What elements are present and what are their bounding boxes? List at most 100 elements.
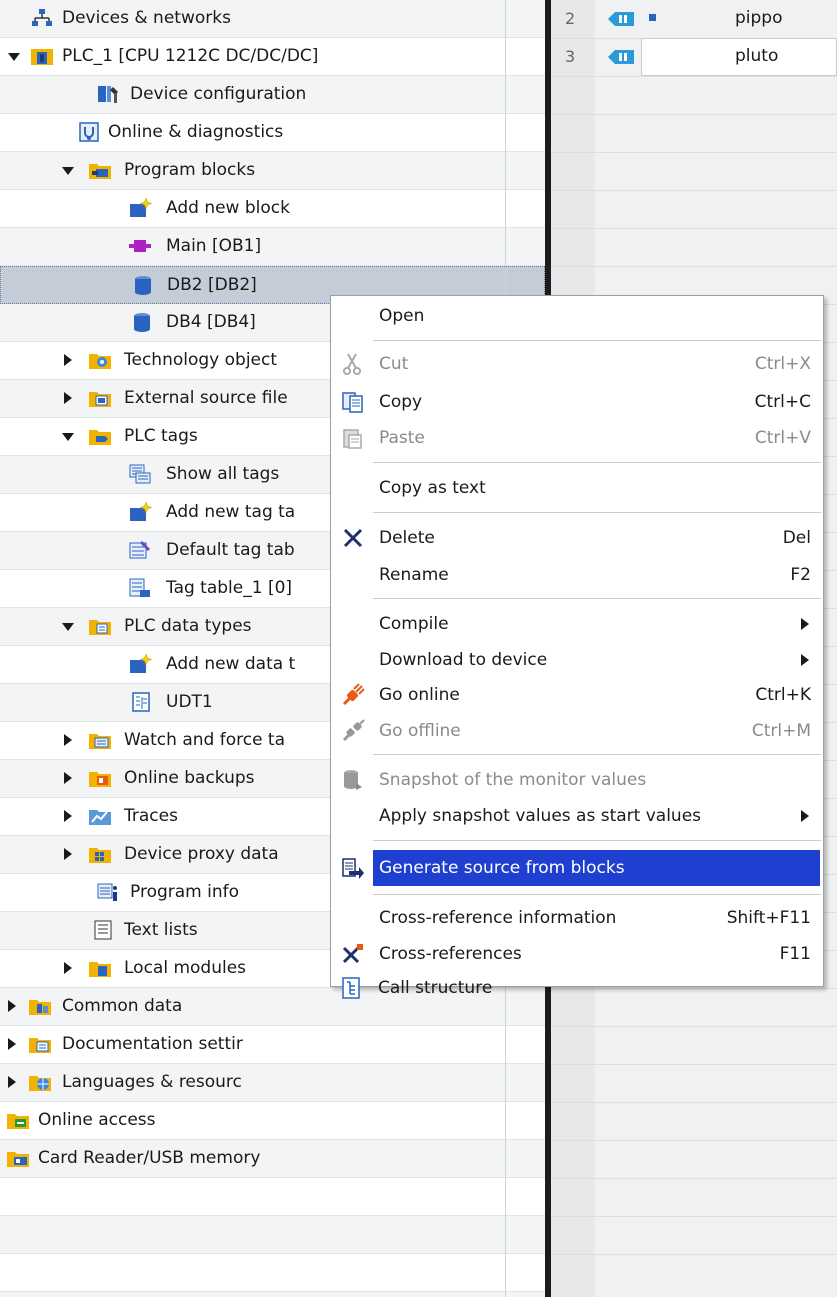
tree-empty-row bbox=[0, 1178, 545, 1216]
program-info-icon bbox=[97, 883, 117, 901]
menu-item-shortcut: Ctrl+C bbox=[754, 392, 811, 412]
expanded-arrow-icon[interactable] bbox=[62, 167, 74, 175]
tree-item-label: PLC_1 [CPU 1212C DC/DC/DC] bbox=[62, 46, 319, 66]
tree-item-main-ob1[interactable]: Main [OB1] bbox=[0, 228, 545, 266]
grid-line bbox=[551, 228, 837, 229]
menu-item-go-offline[interactable]: Go offline Ctrl+M bbox=[331, 713, 823, 749]
tree-item-devices-networks[interactable]: Devices & networks bbox=[0, 0, 545, 38]
tree-item-program-blocks[interactable]: Program blocks bbox=[0, 152, 545, 190]
menu-item-open[interactable]: Open bbox=[331, 298, 823, 334]
tag-visible-icon bbox=[649, 14, 656, 21]
collapsed-arrow-icon[interactable] bbox=[8, 1038, 16, 1050]
expanded-arrow-icon[interactable] bbox=[62, 433, 74, 441]
tree-item-label: Card Reader/USB memory bbox=[38, 1148, 261, 1168]
tree-empty-row bbox=[0, 1254, 545, 1292]
folder-doc-icon bbox=[29, 1038, 51, 1053]
tree-item-label: PLC tags bbox=[124, 426, 198, 446]
tree-item-label: Watch and force ta bbox=[124, 730, 286, 750]
menu-item-go-online[interactable]: Go online Ctrl+K bbox=[331, 677, 823, 713]
folder-tech-icon bbox=[89, 354, 111, 369]
tree-item-label: Add new tag ta bbox=[166, 502, 296, 522]
tree-item-card-reader[interactable]: Card Reader/USB memory bbox=[0, 1140, 545, 1178]
grid-line bbox=[551, 1026, 837, 1027]
menu-item-compile[interactable]: Compile bbox=[331, 606, 823, 642]
tag-name[interactable]: pippo bbox=[735, 8, 783, 28]
menu-item-delete[interactable]: Delete Del bbox=[331, 520, 823, 556]
menu-item-copy[interactable]: Copy Ctrl+C bbox=[331, 384, 823, 420]
grid-line bbox=[551, 114, 837, 115]
menu-item-shortcut: Del bbox=[782, 528, 811, 548]
menu-separator bbox=[373, 462, 821, 463]
db-block-icon bbox=[135, 276, 151, 295]
tag-table-icon bbox=[129, 578, 150, 597]
collapsed-arrow-icon[interactable] bbox=[64, 848, 72, 860]
menu-item-download-to-device[interactable]: Download to device bbox=[331, 642, 823, 678]
card-reader-icon bbox=[7, 1152, 29, 1167]
collapsed-arrow-icon[interactable] bbox=[64, 810, 72, 822]
grid-line bbox=[551, 76, 837, 77]
tree-item-label: Device proxy data bbox=[124, 844, 279, 864]
collapsed-arrow-icon[interactable] bbox=[64, 772, 72, 784]
tree-item-label: DB4 [DB4] bbox=[166, 312, 256, 332]
tree-item-label: Languages & resourc bbox=[62, 1072, 242, 1092]
cross-references-icon bbox=[342, 944, 363, 964]
menu-item-label: Snapshot of the monitor values bbox=[379, 770, 647, 790]
expanded-arrow-icon[interactable] bbox=[8, 53, 20, 61]
menu-item-shortcut: Ctrl+K bbox=[755, 685, 811, 705]
expanded-arrow-icon[interactable] bbox=[62, 623, 74, 631]
paste-icon bbox=[343, 429, 362, 449]
menu-item-label: Rename bbox=[379, 565, 449, 585]
menu-item-snapshot-monitor-values[interactable]: Snapshot of the monitor values bbox=[331, 762, 823, 798]
collapsed-arrow-icon[interactable] bbox=[64, 354, 72, 366]
menu-separator bbox=[373, 340, 821, 341]
menu-item-shortcut: F2 bbox=[790, 565, 811, 585]
submenu-arrow-icon bbox=[801, 810, 809, 822]
menu-item-paste[interactable]: Paste Ctrl+V bbox=[331, 420, 823, 456]
folder-backup-icon bbox=[89, 772, 111, 787]
collapsed-arrow-icon[interactable] bbox=[64, 734, 72, 746]
menu-item-shortcut: Ctrl+X bbox=[754, 354, 811, 374]
folder-common-icon bbox=[29, 1000, 51, 1015]
udt-icon bbox=[132, 692, 150, 712]
add-new-icon bbox=[130, 501, 152, 521]
tree-item-documentation-settings[interactable]: Documentation settir bbox=[0, 1026, 545, 1064]
tree-item-add-new-block[interactable]: Add new block bbox=[0, 190, 545, 228]
menu-item-label: Generate source from blocks bbox=[379, 858, 625, 878]
table-row[interactable]: 2 pippo bbox=[551, 0, 837, 38]
tree-item-online-diagnostics[interactable]: Online & diagnostics bbox=[0, 114, 545, 152]
menu-item-shortcut: Ctrl+V bbox=[754, 428, 811, 448]
menu-item-rename[interactable]: Rename F2 bbox=[331, 557, 823, 593]
menu-item-shortcut: F11 bbox=[779, 944, 811, 964]
collapsed-arrow-icon[interactable] bbox=[8, 1076, 16, 1088]
menu-item-generate-source[interactable]: Generate source from blocks bbox=[331, 850, 823, 886]
menu-item-apply-snapshot-values[interactable]: Apply snapshot values as start values bbox=[331, 798, 823, 834]
menu-item-call-structure-main[interactable]: Call structure bbox=[330, 970, 822, 1006]
collapsed-arrow-icon[interactable] bbox=[8, 1000, 16, 1012]
tree-item-label: Traces bbox=[124, 806, 178, 826]
submenu-arrow-icon bbox=[801, 654, 809, 666]
menu-item-label: Cross-references bbox=[379, 944, 522, 964]
call-structure-icon bbox=[342, 977, 360, 999]
collapsed-arrow-icon[interactable] bbox=[64, 392, 72, 404]
tree-item-languages-resources[interactable]: Languages & resourc bbox=[0, 1064, 545, 1102]
grid-line bbox=[551, 1102, 837, 1103]
menu-item-cross-references[interactable]: Cross-references F11 bbox=[331, 936, 823, 972]
tree-item-plc[interactable]: PLC_1 [CPU 1212C DC/DC/DC] bbox=[0, 38, 545, 76]
folder-traces-icon bbox=[89, 810, 111, 825]
tree-item-label: Common data bbox=[62, 996, 183, 1016]
table-row[interactable]: 3 pluto bbox=[551, 38, 837, 76]
submenu-arrow-icon bbox=[801, 618, 809, 630]
tree-item-label: Default tag tab bbox=[166, 540, 295, 560]
tree-item-device-configuration[interactable]: Device configuration bbox=[0, 76, 545, 114]
collapsed-arrow-icon[interactable] bbox=[64, 962, 72, 974]
row-number: 2 bbox=[565, 9, 576, 28]
menu-item-cut[interactable]: Cut Ctrl+X bbox=[331, 346, 823, 382]
tag-name[interactable]: pluto bbox=[735, 46, 778, 66]
grid-line bbox=[551, 1178, 837, 1179]
menu-item-copy-as-text[interactable]: Copy as text bbox=[331, 470, 823, 506]
menu-item-label: Paste bbox=[379, 428, 425, 448]
tree-item-label: Program blocks bbox=[124, 160, 256, 180]
tree-item-online-access[interactable]: Online access bbox=[0, 1102, 545, 1140]
go-offline-icon bbox=[342, 719, 365, 742]
menu-item-cross-reference-information[interactable]: Cross-reference information Shift+F11 bbox=[331, 900, 823, 936]
